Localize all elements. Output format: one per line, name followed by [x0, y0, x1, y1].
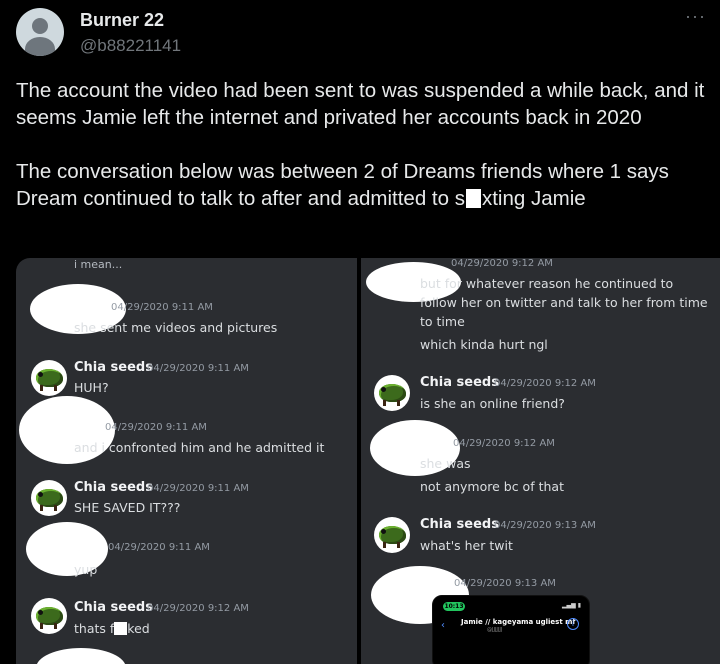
frog-avatar-icon [31, 598, 67, 634]
back-arrow-icon: ‹ [441, 620, 445, 631]
partial-timestamp: 04/29/2020 9:12 AM [451, 258, 553, 269]
message-timestamp: 04/29/2020 9:11 AM [147, 363, 249, 374]
message-text: but for whatever reason he continued to [420, 276, 674, 291]
username[interactable]: Chia seeds [74, 360, 153, 375]
tweet-paragraph-2-end: xting Jamie [481, 187, 586, 210]
message-text: HUH? [74, 380, 109, 395]
message-text: to time [420, 314, 465, 329]
chat-screenshot-left: i mean... 04/29/2020 9:11 AM she sent me… [16, 258, 357, 664]
signal-icon: ▂▄▆ ▮ [561, 602, 581, 609]
message-text: she was [420, 456, 471, 471]
message-timestamp: 04/29/2020 9:11 AM [105, 422, 207, 433]
display-name[interactable]: Burner 22 [80, 10, 164, 31]
frog-avatar-icon [31, 480, 67, 516]
message-text: what's her twit [420, 538, 513, 553]
message-text: SHE SAVED IT??? [74, 500, 181, 515]
message-timestamp: 04/29/2020 9:12 AM [494, 378, 596, 389]
phone-screenshot-attachment[interactable]: 10:13 ▂▄▆ ▮ ‹ Jamie // kageyama ugliest … [432, 595, 590, 664]
partial-message: i mean... [74, 258, 123, 271]
message-text-end: ked [127, 621, 150, 636]
message-text: is she an online friend? [420, 396, 565, 411]
tweet-text: The account the video had been sent to w… [16, 77, 706, 212]
profile-title: Jamie // kageyama ugliest mf [461, 618, 576, 626]
tweet-avatar[interactable] [16, 8, 64, 56]
redacted-avatar-blob [36, 648, 126, 664]
message-text: which kinda hurt ngl [420, 337, 548, 352]
avatar-body [25, 37, 55, 56]
message-text: yup [74, 562, 98, 577]
message-text-start: thats f [74, 621, 115, 636]
chat-screenshot-right: 04/29/2020 9:12 AM but for whatever reas… [361, 258, 720, 664]
frog-avatar-icon [31, 360, 67, 396]
message-timestamp: 04/29/2020 9:12 AM [453, 438, 555, 449]
avatar-head [32, 18, 48, 34]
profile-subtitle: @JJJJJJJ [487, 627, 503, 633]
censor-box [114, 622, 128, 635]
info-icon: i [567, 618, 579, 630]
message-text: follow her on twitter and talk to her fr… [420, 295, 708, 310]
username[interactable]: Chia seeds [420, 517, 499, 532]
username[interactable]: Chia seeds [420, 375, 499, 390]
frog-avatar-icon [374, 517, 410, 553]
tweet-media-image[interactable]: i mean... 04/29/2020 9:11 AM she sent me… [16, 258, 720, 664]
username[interactable]: Chia seeds [74, 480, 153, 495]
message-timestamp: 04/29/2020 9:11 AM [111, 302, 213, 313]
status-time: 10:13 [443, 602, 465, 611]
message-text: not anymore bc of that [420, 479, 564, 494]
message-timestamp: 04/29/2020 9:13 AM [494, 520, 596, 531]
message-timestamp: 04/29/2020 9:11 AM [147, 483, 249, 494]
frog-avatar-icon [374, 375, 410, 411]
censor-box [465, 189, 481, 208]
message-timestamp: 04/29/2020 9:11 AM [108, 542, 210, 553]
message-text: and i confronted him and he admitted it [74, 440, 325, 455]
message-timestamp: 04/29/2020 9:13 AM [454, 578, 556, 589]
tweet-paragraph-1: The account the video had been sent to w… [16, 79, 705, 129]
message-text: she sent me videos and pictures [74, 320, 278, 335]
more-options-icon[interactable]: ··· [685, 6, 706, 27]
tweet-paragraph-2: The conversation below was between 2 of … [16, 158, 706, 212]
username[interactable]: Chia seeds [74, 600, 153, 615]
user-handle[interactable]: @b88221141 [80, 36, 181, 56]
message-timestamp: 04/29/2020 9:12 AM [147, 603, 249, 614]
message-text: thats f ked [74, 621, 150, 636]
